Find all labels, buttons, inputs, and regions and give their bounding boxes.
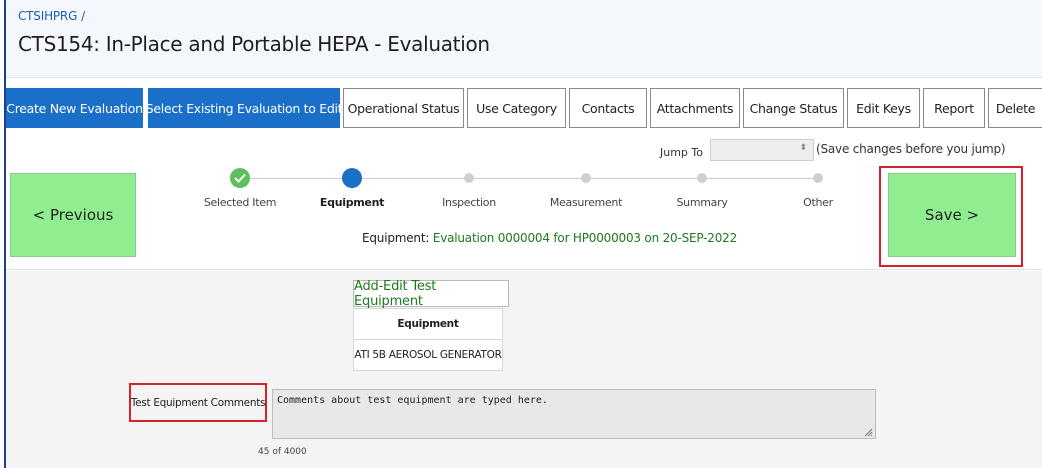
- character-counter: 45 of 4000: [258, 447, 307, 457]
- edit-keys-button[interactable]: Edit Keys: [847, 88, 920, 128]
- breadcrumb: CTSIHPRG /: [18, 9, 85, 23]
- report-button[interactable]: Report: [923, 88, 985, 128]
- equipment-column-header: Equipment: [353, 308, 503, 340]
- jump-to-select[interactable]: ⬍: [710, 139, 814, 161]
- table-row: ATI 5B AEROSOL GENERATOR: [353, 339, 503, 371]
- change-status-button[interactable]: Change Status: [743, 88, 844, 128]
- evaluation-status-line: Equipment: Evaluation 0000004 for HP0000…: [362, 231, 737, 245]
- test-equipment-comments-field[interactable]: Comments about test equipment are typed …: [272, 389, 876, 439]
- current-step-indicator: [342, 168, 362, 188]
- attachments-button[interactable]: Attachments: [650, 88, 740, 128]
- step-label: Summary: [676, 196, 728, 209]
- check-icon: [230, 168, 250, 188]
- create-new-evaluation-button[interactable]: Create New Evaluation: [6, 88, 143, 128]
- status-value: Evaluation 0000004 for HP0000003 on 20-S…: [432, 231, 738, 245]
- pending-step-indicator: [581, 173, 591, 183]
- use-category-button[interactable]: Use Category: [467, 88, 566, 128]
- equipment-table: Equipment ATI 5B AEROSOL GENERATOR: [353, 308, 503, 371]
- step-label: Equipment: [319, 196, 385, 209]
- delete-button[interactable]: Delete: [988, 88, 1042, 128]
- step-label: Inspection: [442, 196, 496, 209]
- page-header: CTSIHPRG / CTS154: In-Place and Portable …: [6, 0, 1042, 78]
- step-other[interactable]: Other: [758, 168, 878, 209]
- operational-status-button[interactable]: Operational Status: [343, 88, 464, 128]
- contacts-button[interactable]: Contacts: [569, 88, 647, 128]
- step-inspection[interactable]: Inspection: [409, 168, 529, 209]
- pending-step-indicator: [813, 173, 823, 183]
- action-toolbar: Create New Evaluation Select Existing Ev…: [6, 88, 1042, 128]
- step-label: Selected Item: [203, 196, 277, 209]
- comments-label-highlight-box: Test Equipment Comments: [129, 383, 267, 422]
- step-label: Measurement: [549, 196, 623, 209]
- step-label: Other: [803, 196, 833, 209]
- page-title: CTS154: In-Place and Portable HEPA - Eva…: [18, 32, 490, 56]
- status-prefix: Equipment:: [362, 231, 430, 245]
- step-selected-item[interactable]: Selected Item: [180, 168, 300, 209]
- select-arrows-icon: ⬍: [799, 143, 807, 153]
- resize-grip-icon[interactable]: [863, 427, 873, 437]
- equipment-cell: ATI 5B AEROSOL GENERATOR: [353, 339, 503, 371]
- jump-note: (Save changes before you jump): [816, 142, 1006, 156]
- step-measurement[interactable]: Measurement: [526, 168, 646, 209]
- save-button[interactable]: Save >: [888, 173, 1016, 257]
- select-existing-evaluation-button[interactable]: Select Existing Evaluation to Edit: [146, 88, 343, 128]
- equipment-content: Add-Edit Test Equipment Equipment ATI 5B…: [6, 271, 1042, 468]
- add-edit-test-equipment-button[interactable]: Add-Edit Test Equipment: [353, 279, 509, 309]
- pending-step-indicator: [697, 173, 707, 183]
- pending-step-indicator: [464, 173, 474, 183]
- evaluation-wizard: Jump To ⬍ (Save changes before you jump)…: [6, 130, 1042, 270]
- breadcrumb-separator: /: [81, 9, 86, 23]
- jump-to-label: Jump To: [660, 146, 703, 159]
- previous-button[interactable]: < Previous: [10, 173, 136, 257]
- test-equipment-comments-label: Test Equipment Comments: [130, 396, 266, 409]
- step-summary[interactable]: Summary: [642, 168, 762, 209]
- step-equipment[interactable]: Equipment: [292, 168, 412, 209]
- breadcrumb-link[interactable]: CTSIHPRG: [18, 9, 77, 23]
